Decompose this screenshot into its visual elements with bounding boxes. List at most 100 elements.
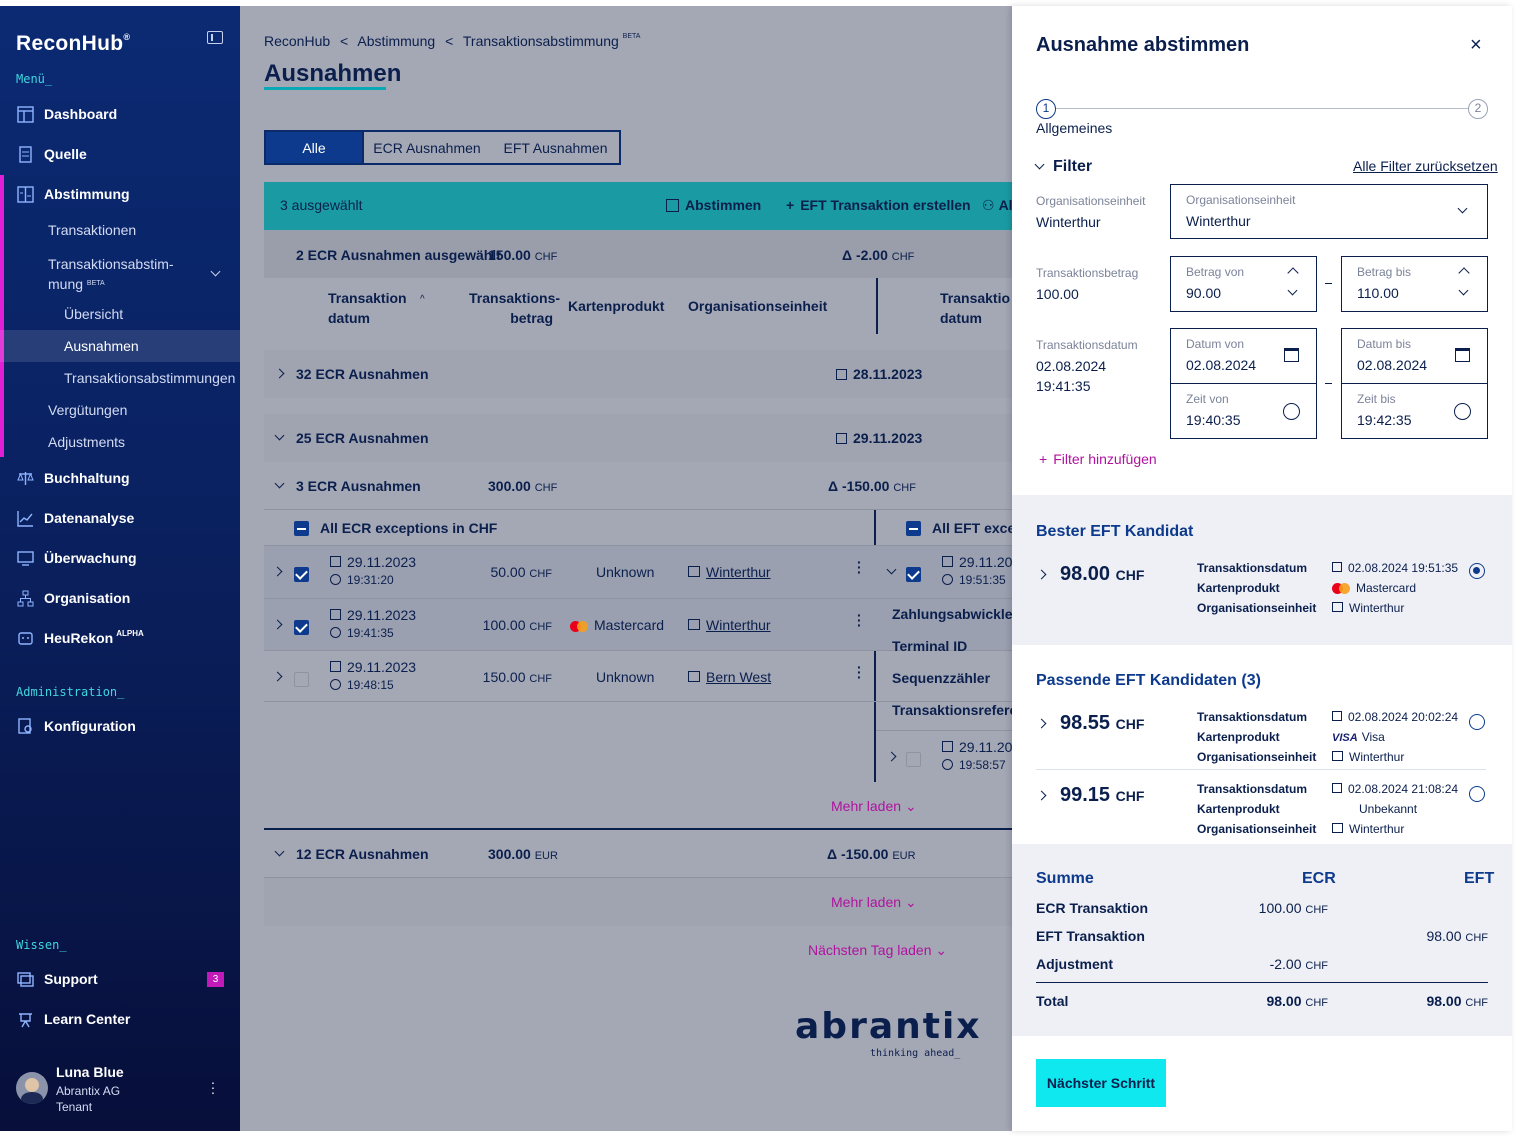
load-more-button[interactable]: Mehr laden ⌄ [831,894,917,911]
row-org[interactable]: Winterthur [688,617,771,633]
tab-alle[interactable]: Alle [264,130,364,165]
breadcrumb-item[interactable]: Transaktionsabstimmung [463,33,619,49]
clock-icon[interactable] [1283,403,1300,420]
sidebar-item-quelle[interactable]: Quelle [16,143,87,165]
time-to-input[interactable]: Zeit bis 19:42:35 [1341,383,1488,439]
sidebar-item-datenanalyse[interactable]: Datenanalyse [16,507,134,529]
sidebar-sub-ausnahmen[interactable]: Ausnahmen [64,338,139,354]
row-checkbox[interactable] [294,620,309,635]
col-org[interactable]: Organisationseinheit [688,298,827,314]
sidebar-item-label: Learn Center [44,1011,131,1027]
expand-row-icon[interactable] [272,671,283,682]
eft-row-checkbox[interactable] [906,567,921,582]
row-menu-icon[interactable]: · · · [857,555,862,579]
filter-toggle[interactable]: Filter [1034,158,1092,176]
row-checkbox[interactable] [294,567,309,582]
col-date-eft[interactable]: Transaktio datum [940,288,1010,328]
select-all-ecr-checkbox[interactable] [294,521,309,536]
clock-icon [330,679,341,690]
org-select[interactable]: Organisationseinheit Winterthur [1170,184,1488,239]
group-row[interactable]: 12 ECR Ausnahmen 300.00 EUR Δ -150.00 EU… [264,830,1012,878]
expand-row-icon[interactable] [272,619,283,630]
amount-from-input[interactable]: Betrag von 90.00 [1170,256,1317,312]
group-row[interactable]: 25 ECR Ausnahmen 29.11.2023 [264,414,1012,462]
candidate-row[interactable]: 99.15 CHF Transaktionsdatum Kartenproduk… [1036,778,1486,842]
eft-row[interactable]: 29.11.202 19:51:35 [876,546,1020,598]
increment-icon[interactable] [1287,267,1299,279]
clock-icon[interactable] [1454,403,1471,420]
tab-ecr-ausnahmen[interactable]: ECR Ausnahmen [362,132,492,163]
breadcrumb-item[interactable]: Abstimmung [357,33,435,49]
row-menu-icon[interactable]: · · · [857,660,862,684]
sidebar-sub-uebersicht[interactable]: Übersicht [64,306,123,322]
wissen-section-title: Wissen_ [16,938,67,952]
collapse-row-icon[interactable] [886,564,897,575]
candidate-radio[interactable] [1469,786,1485,802]
close-icon[interactable]: × [1470,34,1482,57]
sidebar-item-ueberwachung[interactable]: Überwachung [16,547,137,569]
col-card[interactable]: Kartenprodukt [568,298,664,314]
user-menu-icon[interactable]: · · · [208,1075,218,1099]
sidebar-item-heurekon[interactable]: HeuRekon ALPHA [16,627,144,649]
calendar-icon[interactable] [1455,348,1470,362]
group-row[interactable]: 32 ECR Ausnahmen 28.11.2023 [264,350,1012,398]
decrement-icon[interactable] [1287,285,1298,296]
sidebar-item-buchhaltung[interactable]: Buchhaltung [16,467,130,489]
add-filter-button[interactable]: + Filter hinzufügen [1039,451,1157,467]
sidebar-sub-transaktionsabstimmungen[interactable]: Transaktionsabstimmungen [64,370,235,386]
chevron-down-icon[interactable] [210,266,221,277]
sidebar-item-abstimmung[interactable]: Abstimmung [16,183,130,205]
reconcile-button[interactable]: Abstimmen [666,197,761,213]
col-date[interactable]: Transaktion datum [328,288,407,328]
candidate-row[interactable]: 98.00 CHF Transaktionsdatum Kartenproduk… [1036,557,1486,623]
expand-candidate-icon[interactable] [1036,718,1047,729]
amount-to-input[interactable]: Betrag bis 110.00 [1341,256,1488,312]
app-logo[interactable]: ReconHub® [16,32,130,56]
eft-row-checkbox[interactable] [906,752,921,767]
candidate-radio[interactable] [1469,563,1485,579]
reset-filters-link[interactable]: Alle Filter zurücksetzen [1353,158,1498,174]
row-org[interactable]: Bern West [688,669,771,685]
expand-candidate-icon[interactable] [1036,790,1047,801]
time-from-input[interactable]: Zeit von 19:40:35 [1170,383,1317,439]
group-row[interactable]: 3 ECR Ausnahmen 300.00 CHF Δ -150.00 CHF [264,462,1012,510]
load-next-day-button[interactable]: Nächsten Tag laden ⌄ [808,942,947,959]
tab-eft-ausnahmen[interactable]: EFT Ausnahmen [492,132,619,163]
collapse-sidebar-icon[interactable] [207,31,223,44]
next-step-button[interactable]: Nächster Schritt [1036,1059,1166,1107]
expand-row-icon[interactable] [272,566,283,577]
candidate-radio[interactable] [1469,714,1485,730]
row-menu-icon[interactable]: · · · [857,608,862,632]
sidebar-sub-verguetungen[interactable]: Vergütungen [48,402,127,418]
create-eft-button[interactable]: + EFT Transaktion erstellen [786,197,971,213]
sidebar-sub-adjustments[interactable]: Adjustments [48,434,125,450]
breadcrumb-item[interactable]: ReconHub [264,33,330,49]
sidebar-item-learn-center[interactable]: Learn Center [16,1008,130,1030]
row-checkbox[interactable] [294,672,309,687]
sidebar-sub-transaktionen[interactable]: Transaktionen [48,222,136,238]
calendar-icon [1332,783,1342,793]
load-more-button[interactable]: Mehr laden ⌄ [831,798,917,815]
date-from-input[interactable]: Datum von 02.08.2024 [1170,328,1317,384]
sidebar-item-support[interactable]: Support [16,968,98,990]
row-org[interactable]: Winterthur [688,564,771,580]
selected-count: 3 ausgewählt [280,197,363,213]
sort-asc-icon[interactable]: ^ [420,294,425,305]
increment-icon[interactable] [1458,267,1470,279]
more-actions-button[interactable]: ⚇ Al [982,197,1013,214]
best-candidate-title: Bester EFT Kandidat [1036,523,1194,540]
expand-row-icon[interactable] [886,751,897,762]
select-all-eft-checkbox[interactable] [906,521,921,536]
sidebar-item-konfiguration[interactable]: Konfiguration [16,715,136,737]
avatar[interactable] [16,1072,48,1104]
col-amount[interactable]: Transaktions-betrag [469,288,560,328]
sidebar-item-dashboard[interactable]: Dashboard [16,103,117,125]
calendar-icon[interactable] [1284,348,1299,362]
date-to-input[interactable]: Datum bis 02.08.2024 [1341,328,1488,384]
expand-candidate-icon[interactable] [1036,569,1047,580]
eft-row[interactable]: 29.11.202 19:58:57 [876,731,1020,783]
decrement-icon[interactable] [1458,285,1469,296]
candidate-row[interactable]: 98.55 CHF Transaktionsdatum Kartenproduk… [1036,706,1486,770]
sidebar-item-organisation[interactable]: Organisation [16,587,130,609]
sidebar-sub-transaktionsabstimmung[interactable]: Transaktionsabstim-mung BETA [48,254,174,294]
